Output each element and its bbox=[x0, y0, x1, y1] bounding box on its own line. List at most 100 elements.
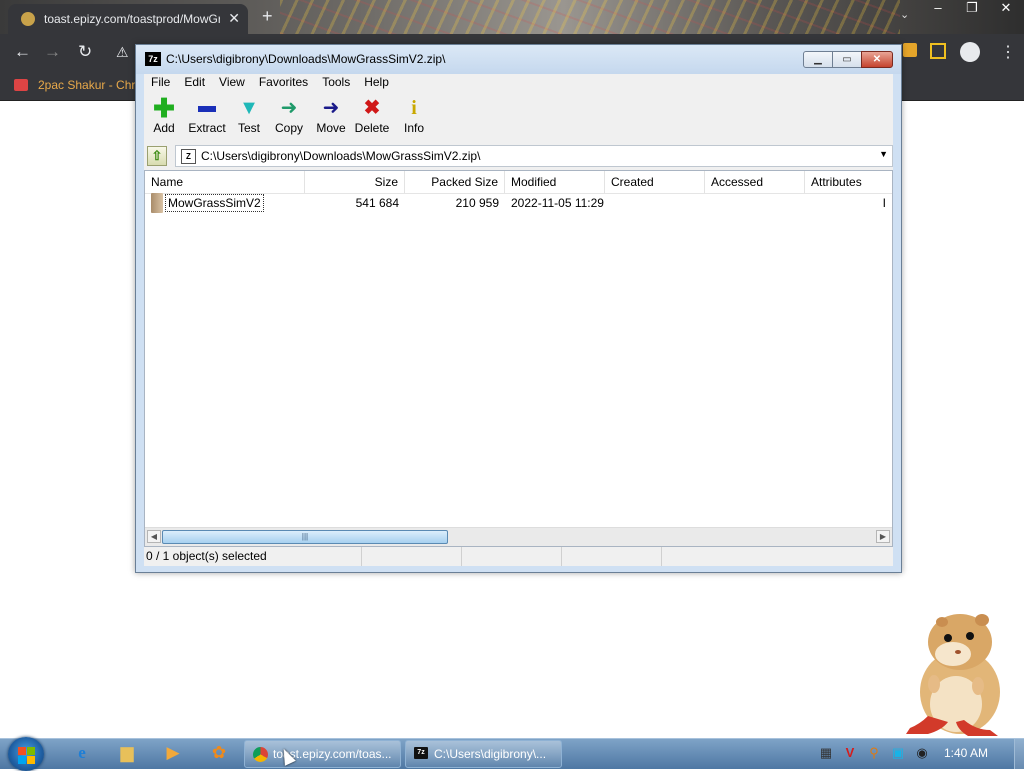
forward-arrow-icon[interactable]: → bbox=[44, 42, 61, 62]
7zip-app-icon: 7z bbox=[145, 52, 161, 66]
check-icon: ▼ bbox=[239, 97, 259, 119]
column-header-modified[interactable]: Modified bbox=[505, 171, 605, 193]
close-button[interactable]: ✕ bbox=[861, 51, 893, 68]
plus-icon: ✚ bbox=[153, 93, 175, 123]
tray-display-icon[interactable]: ▣ bbox=[890, 745, 906, 761]
column-header-attributes[interactable]: Attributes bbox=[805, 171, 892, 193]
tab-title: toast.epizy.com/toastprod/MowGrassSimV2 bbox=[44, 12, 220, 26]
status-pane-2 bbox=[362, 547, 462, 566]
tray-network-icon[interactable]: ▦ bbox=[818, 745, 834, 761]
delete-label: Delete bbox=[354, 121, 390, 135]
file-accessed bbox=[705, 193, 805, 213]
hamster-mascot-image bbox=[906, 614, 1000, 736]
chrome-icon bbox=[253, 747, 268, 762]
tray-search-icon[interactable]: ⚲ bbox=[866, 745, 882, 761]
paint-app-icon[interactable]: ✿ bbox=[207, 742, 231, 764]
start-button[interactable] bbox=[8, 737, 44, 771]
maximize-button[interactable]: ▭ bbox=[832, 51, 862, 68]
scroll-left-icon[interactable]: ◀ bbox=[147, 530, 161, 543]
menu-help[interactable]: Help bbox=[357, 74, 396, 93]
file-packed-size: 210 959 bbox=[455, 196, 499, 210]
tray-antivirus-icon[interactable]: V bbox=[842, 745, 858, 761]
tab-close-icon[interactable]: ✕ bbox=[228, 10, 240, 27]
tab-favicon-icon bbox=[21, 12, 35, 26]
column-header-size[interactable]: Size bbox=[305, 171, 405, 193]
file-attributes: I bbox=[882, 196, 886, 210]
windows-logo-yellow bbox=[27, 756, 35, 764]
move-button[interactable]: ➜ Move bbox=[314, 95, 348, 141]
chevron-down-icon[interactable]: ▼ bbox=[879, 149, 888, 159]
scrollbar-thumb[interactable]: ||| bbox=[162, 530, 448, 544]
address-path: C:\Users\digibrony\Downloads\MowGrassSim… bbox=[201, 149, 481, 163]
copy-button[interactable]: ➜ Copy bbox=[272, 95, 306, 141]
up-folder-button[interactable]: ⇧ bbox=[147, 146, 167, 166]
info-button[interactable]: i Info bbox=[400, 95, 428, 141]
not-secure-warning-icon[interactable]: ⚠ bbox=[116, 44, 129, 61]
internet-explorer-icon[interactable]: e bbox=[70, 742, 94, 764]
archive-icon: Z bbox=[181, 149, 196, 164]
profile-avatar-icon[interactable] bbox=[960, 42, 980, 62]
tab-search-chevron-icon[interactable]: ⌄ bbox=[900, 8, 909, 21]
window-title: C:\Users\digibrony\Downloads\MowGrassSim… bbox=[166, 52, 446, 66]
taskbar-clock[interactable]: 1:40 AM bbox=[944, 746, 988, 760]
address-field[interactable]: Z C:\Users\digibrony\Downloads\MowGrassS… bbox=[175, 145, 893, 167]
tab-strip-background-art bbox=[280, 0, 900, 34]
menu-kebab-icon[interactable]: ⋮ bbox=[1000, 42, 1016, 62]
move-arrow-icon: ➜ bbox=[322, 97, 340, 119]
media-player-icon[interactable]: ▶ bbox=[161, 742, 185, 764]
show-desktop-button[interactable] bbox=[1014, 739, 1024, 769]
folder-icon bbox=[151, 193, 163, 213]
copy-label: Copy bbox=[274, 121, 303, 135]
bookmark-favicon-icon bbox=[14, 79, 28, 91]
taskbar: e ▆ ▶ ✿ toast.epizy.com/toas... 7z C:\Us… bbox=[0, 737, 1024, 771]
menu-view[interactable]: View bbox=[212, 74, 252, 93]
close-icon[interactable]: ✕ bbox=[996, 0, 1016, 18]
back-arrow-icon[interactable]: ← bbox=[14, 42, 31, 62]
browser-window-controls: – ❐ ✕ bbox=[928, 0, 1016, 18]
file-created bbox=[605, 193, 705, 213]
minimize-button[interactable]: ▁ bbox=[803, 51, 833, 68]
extract-button[interactable]: Extract bbox=[186, 95, 228, 141]
status-text: 0 / 1 object(s) selected bbox=[144, 547, 362, 566]
column-header-packed-size[interactable]: Packed Size bbox=[405, 171, 505, 193]
taskbar-7zip-task[interactable]: 7z C:\Users\digibrony\... bbox=[405, 740, 562, 768]
file-explorer-icon[interactable]: ▆ bbox=[115, 742, 139, 764]
delete-x-icon: ✖ bbox=[363, 97, 381, 119]
window-titlebar[interactable]: 7z C:\Users\digibrony\Downloads\MowGrass… bbox=[136, 45, 901, 74]
extension-square-icon[interactable] bbox=[930, 43, 946, 59]
horizontal-scrollbar[interactable]: ◀ ||| ▶ bbox=[145, 527, 892, 546]
column-header-accessed[interactable]: Accessed bbox=[705, 171, 805, 193]
browser-tab[interactable]: toast.epizy.com/toastprod/MowGrassSimV2 … bbox=[8, 4, 248, 34]
scroll-right-icon[interactable]: ▶ bbox=[876, 530, 890, 543]
minimize-icon[interactable]: – bbox=[928, 0, 948, 18]
table-row[interactable]: MowGrassSimV2 541 684 210 959 2022-11-05… bbox=[145, 193, 892, 213]
test-label: Test bbox=[237, 121, 260, 135]
windows-logo-red bbox=[18, 747, 26, 755]
reload-icon[interactable]: ↻ bbox=[78, 42, 92, 62]
column-header-name[interactable]: Name bbox=[145, 171, 305, 193]
menu-favorites[interactable]: Favorites bbox=[252, 74, 315, 93]
taskbar-chrome-task[interactable]: toast.epizy.com/toas... bbox=[244, 740, 401, 768]
new-tab-icon[interactable]: + bbox=[262, 6, 273, 27]
add-button[interactable]: ✚ Add bbox=[148, 95, 180, 141]
menu-tools[interactable]: Tools bbox=[315, 74, 357, 93]
status-bar: 0 / 1 object(s) selected bbox=[144, 547, 893, 566]
menu-file[interactable]: File bbox=[144, 74, 177, 93]
status-pane-3 bbox=[462, 547, 562, 566]
column-headers: Name Size Packed Size Modified Created A… bbox=[145, 171, 892, 194]
menu-edit[interactable]: Edit bbox=[177, 74, 212, 93]
extension-icon[interactable] bbox=[903, 43, 917, 57]
minus-icon bbox=[186, 95, 228, 121]
file-name[interactable]: MowGrassSimV2 bbox=[165, 194, 264, 212]
column-header-created[interactable]: Created bbox=[605, 171, 705, 193]
7zip-taskbar-icon: 7z bbox=[414, 747, 428, 759]
toolbar: ✚ Add Extract ▼ Test ➜ Copy ➜ Move ✖ Del… bbox=[144, 93, 893, 143]
file-list: Name Size Packed Size Modified Created A… bbox=[144, 170, 893, 547]
restore-icon[interactable]: ❐ bbox=[962, 0, 982, 18]
tray-record-icon[interactable]: ◉ bbox=[914, 745, 930, 761]
7zip-window: 7z C:\Users\digibrony\Downloads\MowGrass… bbox=[135, 44, 902, 573]
taskbar-task-label: C:\Users\digibrony\... bbox=[434, 747, 547, 761]
delete-button[interactable]: ✖ Delete bbox=[354, 95, 390, 141]
test-button[interactable]: ▼ Test bbox=[234, 95, 264, 141]
address-bar: ⇧ Z C:\Users\digibrony\Downloads\MowGras… bbox=[144, 144, 893, 168]
